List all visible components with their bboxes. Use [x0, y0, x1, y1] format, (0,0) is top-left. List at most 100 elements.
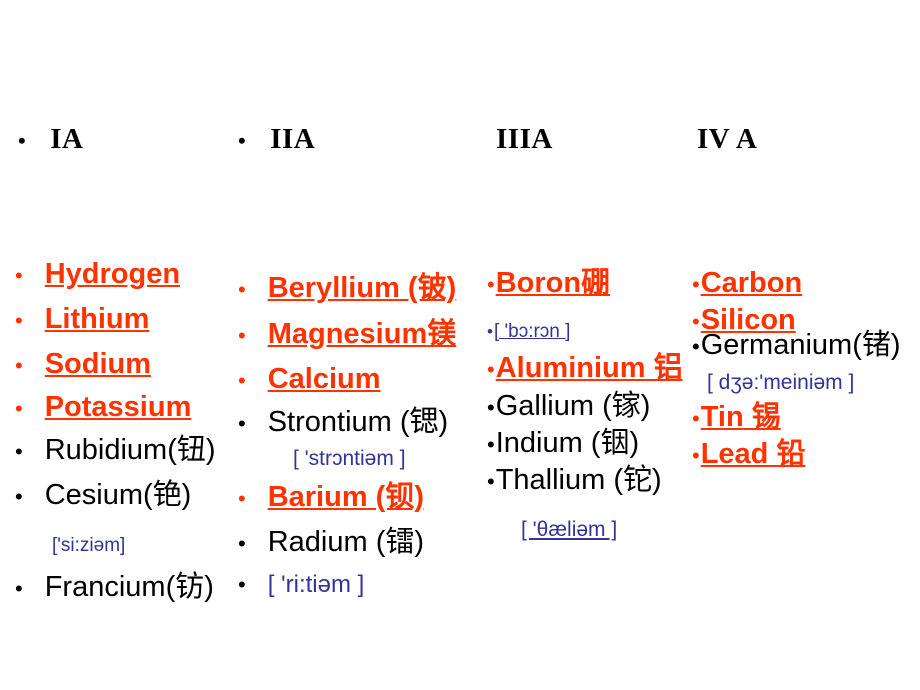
element-name-strontium[interactable]: Strontium — [268, 406, 392, 438]
element-name-aluminium[interactable]: Aluminium — [496, 352, 646, 384]
phonetic-germanium: [ dʒə:'meiniəm ] — [707, 371, 855, 394]
list-item[interactable]: •Aluminium 铝 — [487, 354, 683, 383]
group-header-iiia-label: IIIA — [496, 123, 553, 155]
element-name-magnesium[interactable]: Magnesium — [268, 318, 428, 350]
bullet-icon: • — [15, 576, 23, 601]
list-item[interactable]: •Germanium(锗) — [692, 331, 901, 360]
group-header-iiia: IIIA — [496, 125, 553, 154]
group-header-iia-label: IIA — [270, 123, 316, 155]
element-chinese-strontium: (锶) — [391, 406, 449, 438]
phonetic-cesium: ['si:ziəm] — [52, 535, 126, 556]
bullet-icon: • — [692, 272, 700, 297]
list-item[interactable]: • Sodium — [15, 350, 151, 379]
phonetic-thallium: [ 'θæliəm ] — [521, 518, 618, 541]
element-name-potassium[interactable]: Potassium — [45, 391, 192, 423]
bullet-icon: • — [487, 395, 495, 420]
bullet-icon: • — [15, 353, 23, 378]
bullet-icon: • — [15, 484, 23, 509]
phonetic-radium: [ 'ri:tiəm ] — [267, 571, 365, 598]
list-item[interactable]: • Calcium — [238, 365, 381, 394]
element-name-calcium[interactable]: Calcium — [268, 363, 381, 395]
element-name-lead[interactable]: Lead — [701, 438, 769, 470]
element-chinese-germanium: (锗) — [852, 329, 901, 361]
list-item[interactable]: • Hydrogen — [15, 260, 180, 289]
bullet-icon: • — [15, 263, 23, 288]
bullet-icon: • — [487, 432, 495, 457]
element-name-rubidium[interactable]: Rubidium — [45, 434, 168, 466]
bullet-icon: • — [692, 309, 700, 334]
element-name-indium[interactable]: Indium — [496, 427, 583, 459]
phonetic-boron: [ 'bɔ:rɔn ] — [493, 321, 571, 342]
element-name-lithium[interactable]: Lithium — [45, 303, 150, 335]
element-name-carbon[interactable]: Carbon — [701, 267, 803, 299]
group-header-iia: • IIA — [238, 125, 315, 154]
bullet-icon: • — [18, 128, 27, 153]
list-item[interactable]: • Rubidium(钮) — [15, 436, 216, 465]
bullet-icon: • — [15, 439, 23, 464]
element-chinese-beryllium: (铍) — [399, 272, 457, 304]
list-item[interactable]: • Lithium — [15, 305, 149, 334]
slide-canvas: • IA • IIA IIIA IV A • Hydrogen • Lithium • S… — [0, 0, 920, 690]
bullet-icon: • — [15, 308, 23, 333]
list-item[interactable]: •Indium (铟) — [487, 429, 639, 458]
bullet-icon: • — [487, 272, 495, 297]
element-name-gallium[interactable]: Gallium — [496, 390, 594, 422]
phonetic-radium-row: • [ 'ri:tiəm ] — [238, 573, 364, 597]
element-chinese-lead: 铅 — [768, 438, 806, 470]
element-name-beryllium[interactable]: Beryllium — [268, 272, 400, 304]
element-chinese-tin: 锡 — [743, 401, 781, 433]
list-item[interactable]: •Tin 锡 — [692, 403, 781, 432]
element-chinese-cesium: (铯) — [143, 479, 192, 511]
list-item[interactable]: •Gallium (镓) — [487, 392, 650, 421]
bullet-icon: • — [238, 411, 246, 436]
element-name-tin[interactable]: Tin — [701, 401, 744, 433]
list-item[interactable]: • Cesium(铯) — [15, 481, 191, 510]
group-header-iva: IV A — [697, 125, 757, 154]
element-chinese-indium: (铟) — [582, 427, 640, 459]
bullet-icon: • — [15, 396, 23, 421]
bullet-icon: • — [238, 486, 246, 511]
element-name-francium[interactable]: Francium — [45, 571, 166, 603]
element-name-cesium[interactable]: Cesium — [45, 479, 143, 511]
bullet-icon: • — [692, 406, 700, 431]
bullet-icon: • — [692, 334, 700, 359]
element-name-hydrogen[interactable]: Hydrogen — [45, 258, 180, 290]
group-header-ia: • IA — [18, 125, 83, 154]
element-chinese-radium: (镭) — [367, 526, 425, 558]
phonetic-strontium: [ 'strɔntiəm ] — [293, 447, 406, 470]
list-item[interactable]: • Radium (镭) — [238, 528, 424, 557]
bullet-icon: • — [238, 531, 246, 556]
list-item[interactable]: • Potassium — [15, 393, 191, 422]
group-header-ia-label: IA — [50, 123, 84, 155]
element-name-radium[interactable]: Radium — [268, 526, 368, 558]
list-item[interactable]: • Magnesium镁 — [238, 320, 456, 349]
phonetic-boron-row: •[ 'bɔ:rɔn ] — [487, 322, 570, 341]
list-item[interactable]: •Thallium (铊) — [487, 466, 662, 495]
list-item[interactable]: • Barium (钡) — [238, 483, 424, 512]
element-name-thallium[interactable]: Thallium — [496, 464, 606, 496]
element-chinese-thallium: (铊) — [605, 464, 662, 496]
list-item[interactable]: •Carbon — [692, 269, 802, 298]
list-item[interactable]: •Boron硼 — [487, 269, 610, 298]
element-chinese-francium: (钫) — [165, 571, 214, 603]
bullet-icon: • — [487, 322, 493, 341]
element-name-germanium[interactable]: Germanium — [701, 329, 853, 361]
bullet-icon: • — [238, 368, 246, 393]
element-chinese-aluminium: 铝 — [645, 352, 683, 384]
bullet-icon: • — [487, 357, 495, 382]
element-chinese-barium: (钡) — [367, 481, 424, 513]
list-item[interactable]: • Francium(钫) — [15, 573, 214, 602]
bullet-icon: • — [238, 277, 246, 302]
element-chinese-rubidium: (钮) — [167, 434, 216, 466]
bullet-icon: • — [487, 469, 495, 494]
list-item[interactable]: • Beryllium (铍) — [238, 274, 456, 303]
bullet-icon: • — [692, 443, 700, 468]
element-chinese-gallium: (镓) — [594, 390, 651, 422]
element-name-boron[interactable]: Boron — [496, 267, 581, 299]
element-chinese-magnesium: 镁 — [427, 318, 457, 350]
element-name-sodium[interactable]: Sodium — [45, 348, 151, 380]
list-item[interactable]: •Lead 铅 — [692, 440, 805, 469]
list-item[interactable]: • Strontium (锶) — [238, 408, 448, 437]
group-header-iva-label: IV A — [697, 123, 758, 155]
element-name-barium[interactable]: Barium — [268, 481, 368, 513]
